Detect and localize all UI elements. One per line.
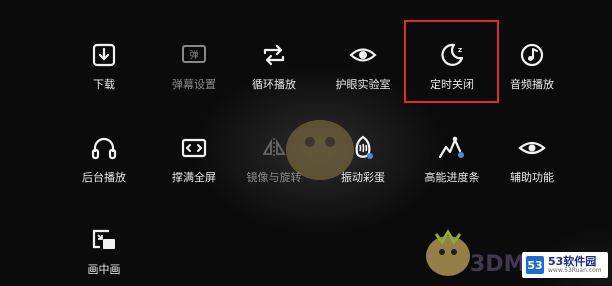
site-logo-name: 53软件园: [548, 255, 597, 268]
menu-item-label: 循环播放: [252, 78, 296, 91]
menu-item-vibration[interactable]: 振动彩蛋: [318, 133, 408, 185]
menu-item-label: 音频播放: [510, 78, 554, 91]
sleep-timer-icon: z: [441, 43, 464, 66]
menu-item-label: 辅助功能: [510, 171, 554, 184]
menu-item-label: 后台播放: [82, 171, 126, 184]
energy-progress-icon: [438, 136, 464, 159]
menu-item-picture-in-picture[interactable]: 画中画: [59, 225, 149, 277]
svg-text:z: z: [458, 46, 462, 54]
menu-item-danmaku-settings[interactable]: 弹 弹幕设置: [149, 40, 239, 92]
menu-item-label: 高能进度条: [424, 171, 480, 184]
eye-care-icon: [349, 48, 377, 62]
picture-in-picture-icon: [92, 229, 115, 249]
audio-disc-icon: [520, 43, 544, 67]
site-logo: 53 53软件园 www.53Ruan.com: [522, 252, 608, 278]
headphones-icon: [91, 137, 117, 160]
menu-item-label: 撑满全屏: [172, 171, 216, 184]
fill-screen-icon: [181, 138, 207, 158]
mirror-rotate-icon: [262, 138, 286, 158]
accessibility-eye-icon: [518, 141, 546, 155]
menu-item-label: 护眼实验室: [335, 78, 391, 91]
menu-item-label: 弹幕设置: [172, 78, 216, 91]
menu-item-label: 镜像与旋转: [246, 171, 302, 184]
svg-text:弹: 弹: [189, 49, 198, 61]
menu-item-audio[interactable]: 音频播放: [487, 40, 577, 92]
menu-item-energy-progress[interactable]: 高能进度条: [407, 133, 497, 185]
danmaku-settings-icon: 弹: [182, 45, 206, 63]
menu-item-loop[interactable]: 循环播放: [229, 40, 319, 92]
vibration-icon: [355, 135, 373, 159]
menu-item-label: 定时关闭: [430, 78, 474, 91]
menu-item-background-play[interactable]: 后台播放: [59, 133, 149, 185]
site-logo-url: www.53Ruan.com: [548, 267, 602, 274]
menu-item-eye-care[interactable]: 护眼实验室: [318, 40, 408, 92]
menu-item-sleep-timer[interactable]: z 定时关闭: [407, 40, 497, 92]
menu-item-label: 振动彩蛋: [341, 171, 385, 184]
settings-grid: 下载 弹 弹幕设置 循环播放 护眼实验室 z 定时关闭 音频播放 后台播放 撑满…: [0, 0, 612, 286]
menu-item-label: 画中画: [87, 263, 121, 276]
download-icon: [92, 43, 116, 67]
menu-item-accessibility[interactable]: 辅助功能: [487, 133, 577, 185]
site-logo-mark: 53: [526, 256, 544, 274]
menu-item-label: 下载: [93, 78, 115, 91]
menu-item-mirror-rotate[interactable]: 镜像与旋转: [229, 133, 319, 185]
menu-item-fill-screen[interactable]: 撑满全屏: [149, 133, 239, 185]
menu-item-download[interactable]: 下载: [59, 40, 149, 92]
loop-icon: [263, 44, 285, 66]
